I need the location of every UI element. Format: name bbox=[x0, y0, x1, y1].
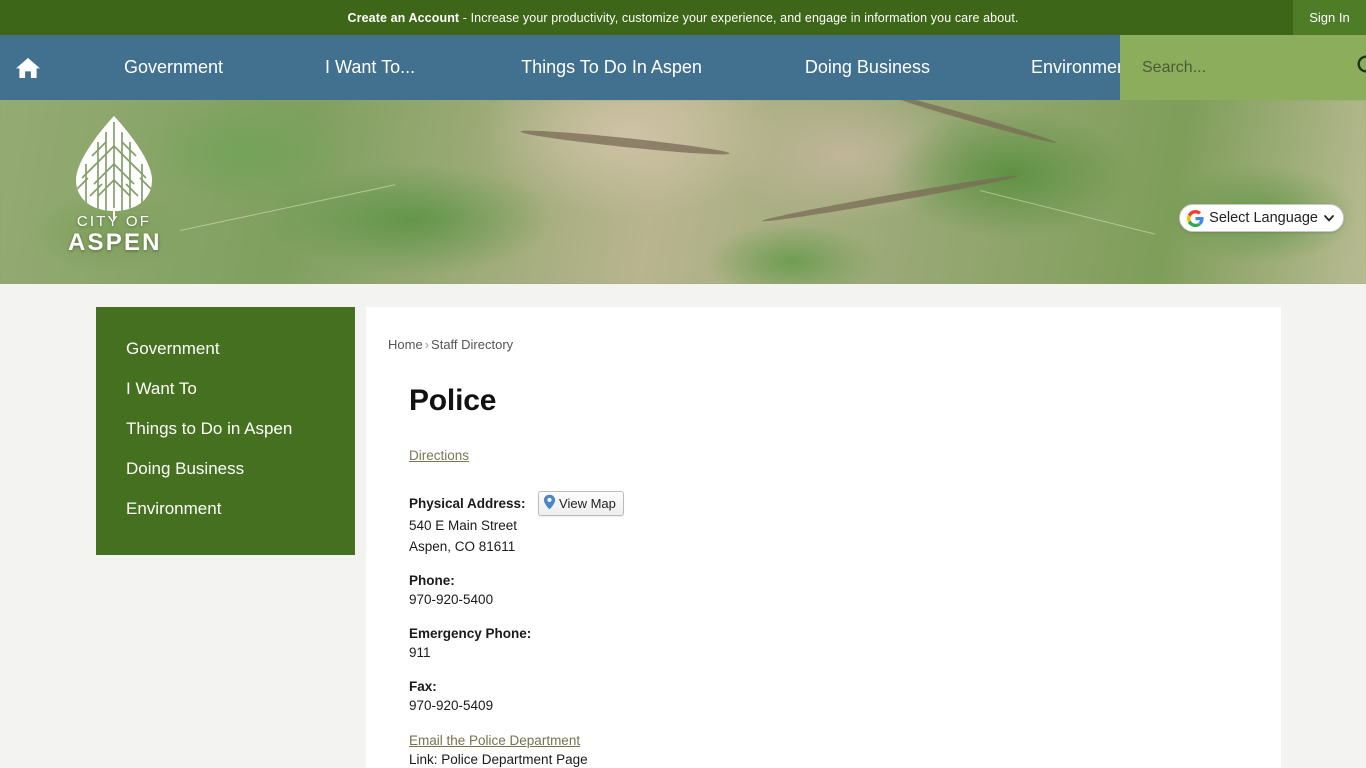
google-g-icon bbox=[1187, 209, 1204, 227]
breadcrumb: Home › Staff Directory bbox=[388, 337, 1245, 352]
aspen-leaf-logo-icon bbox=[68, 112, 160, 220]
fax-value: 970-920-5409 bbox=[409, 697, 494, 713]
main-navigation-bar: Government I Want To... Things To Do In … bbox=[0, 35, 1366, 100]
field-label: Physical Address: bbox=[409, 496, 526, 511]
logo-line-2: ASPEN bbox=[68, 228, 162, 256]
directions-link[interactable]: Directions bbox=[409, 448, 469, 463]
page-title: Police bbox=[409, 384, 497, 417]
field-fax: Fax: 970-920-5409 bbox=[409, 678, 1245, 717]
sign-in-button[interactable]: Sign In bbox=[1293, 0, 1366, 35]
map-pin-icon bbox=[543, 494, 556, 513]
field-label: Fax: bbox=[409, 678, 437, 694]
search-input[interactable] bbox=[1140, 57, 1351, 78]
nav-item-government[interactable]: Government bbox=[110, 35, 237, 100]
announcement-tagline: - Increase your productivity, customize … bbox=[459, 10, 1019, 25]
address-line-1: 540 E Main Street bbox=[409, 518, 518, 533]
breadcrumb-current: Staff Directory bbox=[431, 337, 514, 352]
language-selector[interactable]: Select Language bbox=[1179, 204, 1344, 232]
home-button[interactable] bbox=[0, 35, 56, 100]
field-phone: Phone: 970-920-5400 bbox=[409, 572, 1245, 611]
sidebar-item-i-want-to[interactable]: I Want To bbox=[96, 369, 355, 409]
logo-wordmark: CITY OF ASPEN bbox=[68, 214, 160, 255]
sidebar-item-government[interactable]: Government bbox=[96, 329, 355, 369]
view-map-button[interactable]: View Map bbox=[538, 491, 624, 516]
city-of-aspen-logo[interactable]: CITY OF ASPEN bbox=[68, 112, 160, 255]
logo-line-1: CITY OF bbox=[76, 213, 152, 230]
directory-details: Directions Physical Address: View Map 54… bbox=[409, 447, 1245, 767]
breadcrumb-home[interactable]: Home bbox=[388, 337, 423, 352]
view-map-button-label: View Map bbox=[559, 496, 616, 511]
email-department-link[interactable]: Email the Police Department bbox=[409, 733, 1245, 748]
emergency-phone-value: 911 bbox=[409, 644, 431, 660]
sidebar-item-doing-business[interactable]: Doing Business bbox=[96, 449, 355, 489]
search-icon bbox=[1355, 53, 1366, 82]
address-line-2: Aspen, CO 81611 bbox=[409, 538, 516, 554]
hero-banner: CITY OF ASPEN Select Language bbox=[0, 100, 1366, 284]
announcement-text: Create an Account - Increase your produc… bbox=[348, 11, 1019, 25]
chevron-down-icon bbox=[1323, 212, 1335, 224]
field-physical-address: Physical Address: View Map 540 E Main St… bbox=[409, 491, 1245, 558]
language-selector-label: Select Language bbox=[1209, 210, 1318, 226]
nav-item-i-want-to[interactable]: I Want To... bbox=[311, 35, 429, 100]
search-button[interactable] bbox=[1351, 53, 1366, 82]
sidebar-item-things-to-do-in-aspen[interactable]: Things to Do in Aspen bbox=[96, 409, 355, 449]
content-wrapper: Government I Want To Things to Do in Asp… bbox=[0, 284, 1366, 768]
department-page-link-line[interactable]: Link: Police Department Page bbox=[409, 752, 1245, 767]
phone-value: 970-920-5400 bbox=[409, 591, 494, 607]
home-icon bbox=[15, 56, 41, 80]
sidebar-item-environment[interactable]: Environment bbox=[96, 489, 355, 529]
create-account-link[interactable]: Create an Account bbox=[348, 11, 460, 25]
top-announcement-bar: Create an Account - Increase your produc… bbox=[0, 0, 1366, 35]
breadcrumb-separator: › bbox=[424, 337, 430, 352]
nav-item-things-to-do-in-aspen[interactable]: Things To Do In Aspen bbox=[507, 35, 716, 100]
sidebar-navigation: Government I Want To Things to Do in Asp… bbox=[96, 307, 355, 555]
field-emergency-phone: Emergency Phone: 911 bbox=[409, 625, 1245, 664]
search-area bbox=[1120, 35, 1366, 100]
page-body: Government I Want To Things to Do in Asp… bbox=[0, 284, 1366, 768]
main-content-card: Home › Staff Directory Police Directions P… bbox=[366, 307, 1281, 768]
field-label: Phone: bbox=[409, 573, 455, 589]
hero-leaf-photo bbox=[0, 100, 1366, 284]
field-label: Emergency Phone: bbox=[409, 626, 532, 642]
nav-item-doing-business[interactable]: Doing Business bbox=[791, 35, 944, 100]
